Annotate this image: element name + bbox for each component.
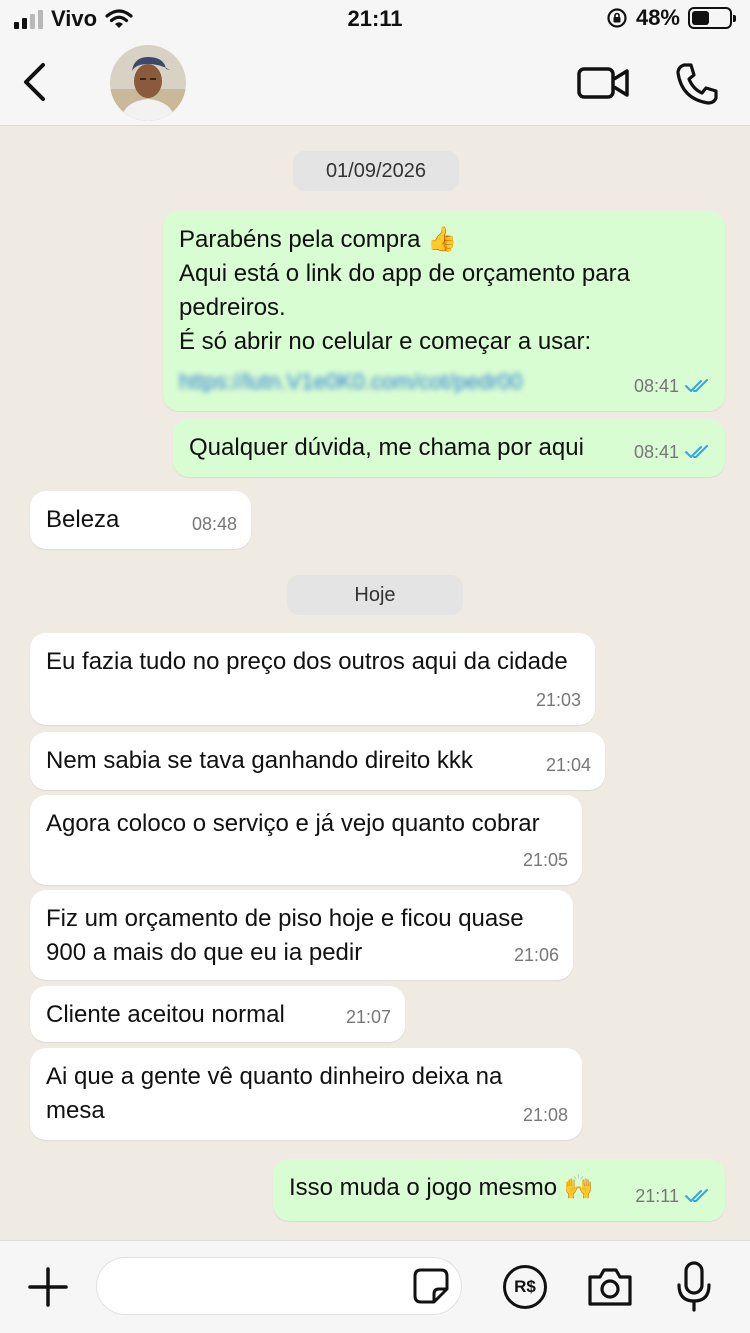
chat-header (0, 40, 750, 126)
message-text: Parabéns pela compra 👍 Aqui está o link … (179, 226, 630, 355)
message-text: Agora coloco o serviço e já vejo quanto … (46, 810, 540, 837)
voice-message-button[interactable] (676, 1261, 712, 1313)
message-bubble-outgoing[interactable]: Isso muda o jogo mesmo 🙌 21:11 (273, 1159, 725, 1221)
voice-call-button[interactable] (674, 61, 720, 107)
message-time: 21:08 (522, 1105, 568, 1125)
message-time: 08:48 (191, 514, 237, 534)
message-meta: 08:48 (192, 507, 237, 541)
payment-label: R$ (514, 1277, 536, 1296)
message-bubble-outgoing[interactable]: Parabéns pela compra 👍 Aqui está o link … (163, 211, 725, 411)
message-meta: 21:03 (536, 683, 581, 717)
status-right: 48% (606, 5, 736, 31)
message-time: 08:41 (633, 442, 679, 462)
message-bubble-incoming[interactable]: Ai que a gente vê quanto dinheiro deixa … (30, 1048, 582, 1140)
message-meta: 08:41 (634, 435, 711, 469)
date-pill: 01/09/2026 (293, 151, 459, 191)
link-text: https://lutn.V1e0K0.com/cot/pedr00 (179, 369, 523, 394)
read-receipt-icon (685, 1189, 708, 1202)
sticker-icon (413, 1268, 449, 1304)
message-input[interactable] (96, 1257, 462, 1315)
battery-percent: 48% (635, 5, 680, 30)
battery-icon (688, 7, 736, 29)
message-meta: 21:11 (635, 1179, 711, 1213)
payment-button[interactable]: R$ (503, 1265, 547, 1309)
avatar[interactable] (110, 45, 186, 121)
date-pill: Hoje (287, 575, 463, 615)
message-bubble-incoming[interactable]: Eu fazia tudo no preço dos outros aqui d… (30, 633, 595, 725)
message-time: 08:41 (633, 376, 679, 396)
video-call-button[interactable] (576, 63, 630, 103)
message-meta: 21:08 (523, 1098, 568, 1132)
contact-avatar-image (110, 45, 186, 121)
camera-button[interactable] (586, 1265, 634, 1309)
rotation-lock-icon (607, 8, 627, 28)
chevron-left-icon (24, 63, 45, 101)
message-text: Ai que a gente vê quanto dinheiro deixa … (46, 1063, 503, 1124)
message-bubble-incoming[interactable]: Cliente aceitou normal 21:07 (30, 986, 405, 1042)
read-receipt-icon (685, 379, 708, 392)
video-camera-icon (577, 67, 629, 99)
message-time: 21:03 (535, 690, 581, 710)
message-text: Nem sabia se tava ganhando direito kkk (46, 747, 473, 774)
message-meta: 21:06 (514, 938, 559, 972)
message-bubble-incoming[interactable]: Nem sabia se tava ganhando direito kkk 2… (30, 732, 605, 790)
message-text: Fiz um orçamento de piso hoje e ficou qu… (46, 905, 524, 966)
message-bubble-outgoing[interactable]: Qualquer dúvida, me chama por aqui 08:41 (173, 419, 725, 477)
message-meta: 21:07 (346, 1000, 391, 1034)
message-link[interactable]: https://lutn.V1e0K0.com/cot/pedr00 (179, 365, 523, 399)
message-input-bar: R$ (0, 1240, 750, 1333)
message-bubble-incoming[interactable]: Beleza 08:48 (30, 491, 251, 549)
status-bar: Vivo 21:11 48% (0, 0, 750, 40)
message-time: 21:06 (513, 945, 559, 965)
phone-icon (676, 63, 718, 105)
message-bubble-incoming[interactable]: Fiz um orçamento de piso hoje e ficou qu… (30, 890, 573, 980)
sticker-button[interactable] (412, 1267, 450, 1305)
chat-area[interactable]: 01/09/2026 Parabéns pela compra 👍 Aqui e… (0, 127, 750, 1240)
back-button[interactable] (16, 60, 52, 104)
plus-icon (28, 1267, 68, 1307)
microphone-icon (677, 1261, 711, 1312)
message-meta: 21:04 (546, 748, 591, 782)
battery-level (692, 11, 710, 25)
read-receipt-icon (685, 445, 708, 458)
attach-button[interactable] (26, 1265, 70, 1309)
message-time: 21:05 (522, 850, 568, 870)
message-time: 21:04 (545, 755, 591, 775)
message-time: 21:07 (345, 1007, 391, 1027)
camera-icon (588, 1268, 632, 1306)
message-meta: 08:41 (634, 369, 711, 403)
message-time: 21:11 (635, 1186, 679, 1206)
message-text: Eu fazia tudo no preço dos outros aqui d… (46, 648, 568, 675)
message-bubble-incoming[interactable]: Agora coloco o serviço e já vejo quanto … (30, 795, 582, 885)
message-meta: 21:05 (523, 843, 568, 877)
